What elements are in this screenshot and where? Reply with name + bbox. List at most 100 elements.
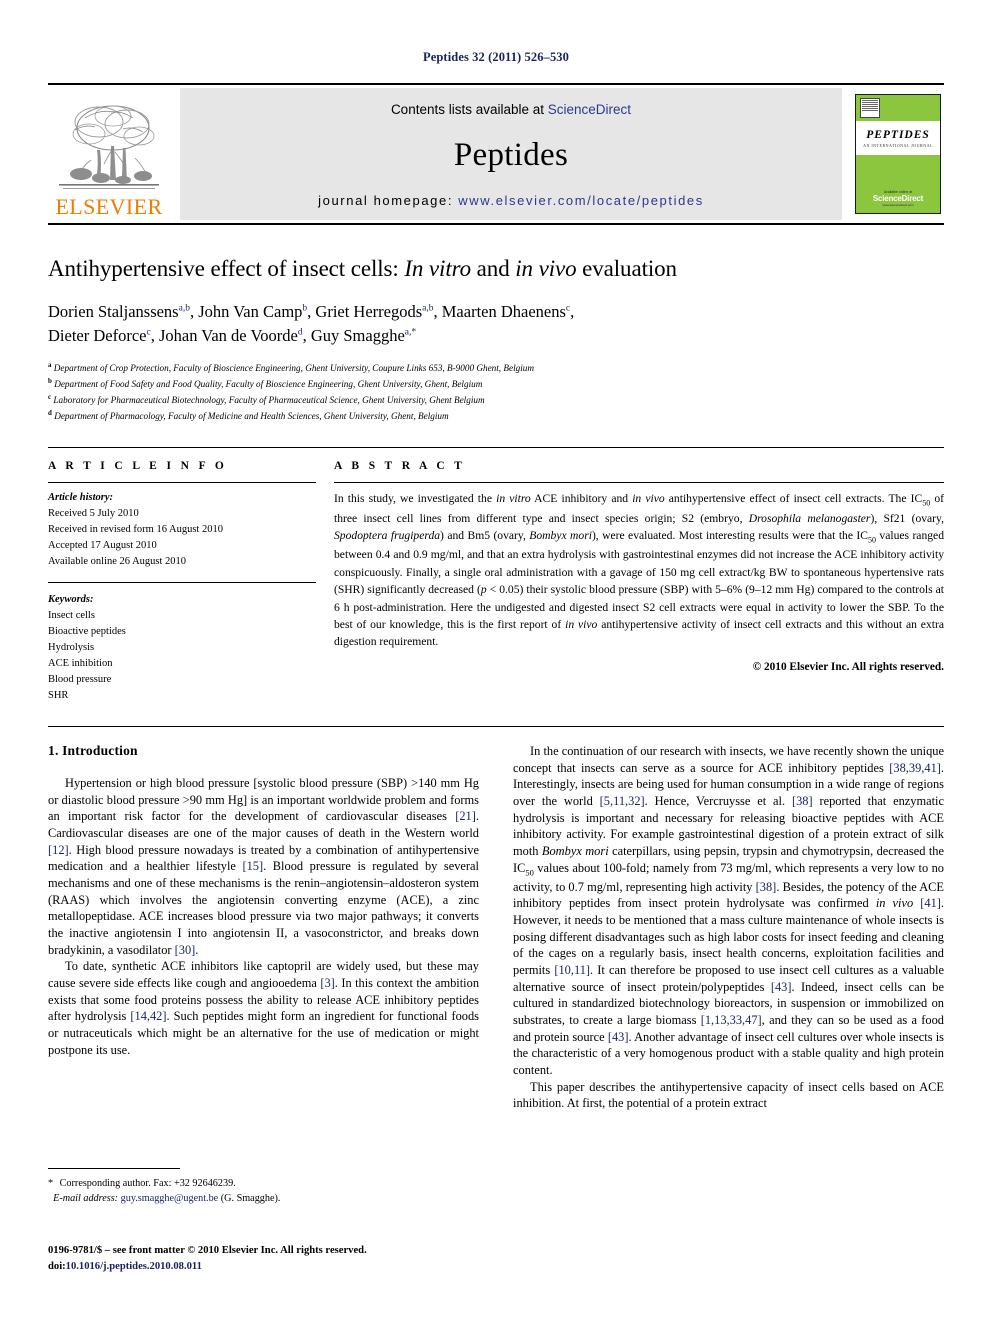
affiliation-mark: b <box>48 376 52 385</box>
title-segment: and <box>471 256 516 281</box>
paragraph-segment: . <box>195 942 199 957</box>
abstract-text: In this study, we investigated the in vi… <box>334 490 944 650</box>
divider <box>48 582 316 584</box>
abstract-column: A B S T R A C T In this study, we invest… <box>330 460 944 703</box>
keyword-item: Insect cells <box>48 610 95 622</box>
elsevier-wordmark: ELSEVIER <box>55 194 163 219</box>
divider <box>334 482 944 484</box>
citation-ref[interactable]: [21] <box>455 809 476 823</box>
species-italic: Drosophila melanogaster <box>748 511 871 525</box>
keyword-item: ACE inhibition <box>48 658 113 670</box>
citation-ref[interactable]: [1,13,33,47] <box>701 1013 762 1027</box>
abstract-segment: ) and Bm5 (ovary, <box>440 529 530 543</box>
keyword-item: Blood pressure <box>48 674 112 685</box>
keyword-item: Bioactive peptides <box>48 626 126 638</box>
journal-homepage-line: journal homepage: www.elsevier.com/locat… <box>318 193 704 208</box>
cover-artwork: PEPTIDES AN INTERNATIONAL JOURNAL Availa… <box>855 94 941 214</box>
article-title: Antihypertensive effect of insect cells:… <box>48 255 944 284</box>
affiliation-text: Laboratory for Pharmaceutical Biotechnol… <box>53 394 485 405</box>
affiliation-mark: c <box>48 392 52 401</box>
author-name[interactable]: , Griet Herregods <box>307 302 422 321</box>
contents-available-line: Contents lists available at ScienceDirec… <box>391 102 631 117</box>
abstract-segment: In this study, we investigated the <box>334 492 497 506</box>
article-info-heading: A R T I C L E I N F O <box>48 460 228 473</box>
email-link[interactable]: guy.smagghe@ugent.be <box>121 1193 219 1204</box>
title-italic-invitro: In vitro <box>404 256 472 281</box>
paragraph: This paper describes the antihypertensiv… <box>513 1079 944 1112</box>
cover-top-band <box>856 95 940 121</box>
invivo-italic: in vivo <box>875 896 914 911</box>
cover-journal-subtitle: AN INTERNATIONAL JOURNAL <box>863 142 933 148</box>
author-name[interactable]: , Johan Van de Voorde <box>151 326 298 345</box>
citation-ref[interactable]: [14,42] <box>130 1009 166 1023</box>
citation-ref[interactable]: [10,11] <box>554 963 590 977</box>
citation-ref[interactable]: [3] <box>320 976 334 990</box>
affiliation-mark: a <box>48 360 52 369</box>
affiliation-item: d Department of Pharmacology, Faculty of… <box>48 408 944 424</box>
doi-line: doi:10.1016/j.peptides.2010.08.011 <box>48 1259 478 1275</box>
abstract-segment: ACE inhibitory and <box>530 492 633 506</box>
citation-ref[interactable]: [41] <box>920 896 941 910</box>
affiliation-text: Department of Pharmacology, Faculty of M… <box>54 410 449 421</box>
citation-ref[interactable]: [43] <box>771 980 792 994</box>
cover-sciencedirect-label: ScienceDirect <box>872 194 924 203</box>
journal-homepage-link[interactable]: www.elsevier.com/locate/peptides <box>458 193 704 208</box>
author-affil-mark: a,b <box>178 303 190 314</box>
page-footer: 0196-9781/$ – see front matter © 2010 El… <box>48 1243 478 1275</box>
author-name[interactable]: , John Van Camp <box>190 302 302 321</box>
history-received: Received 5 July 2010 <box>48 508 139 520</box>
abstract-italic: in vivo <box>565 618 598 632</box>
citation-ref[interactable]: [15] <box>242 859 263 873</box>
author-name[interactable]: , Guy Smagghe <box>303 326 405 345</box>
sciencedirect-link[interactable]: ScienceDirect <box>548 102 631 117</box>
article-history-group: Article history: Received 5 July 2010 Re… <box>48 490 316 570</box>
abstract-segment: antihypertensive effect of insect cell e… <box>664 492 923 506</box>
issn-copyright-line: 0196-9781/$ – see front matter © 2010 El… <box>48 1245 367 1256</box>
species-italic: Bombyx mori <box>541 843 609 858</box>
doi-link[interactable]: 10.1016/j.peptides.2010.08.011 <box>66 1261 202 1272</box>
affiliation-text: Department of Food Safety and Food Quali… <box>54 378 483 389</box>
cover-bottom-band: Available online at ScienceDirect www.sc… <box>856 155 940 213</box>
citation-ref[interactable]: [12] <box>48 843 69 857</box>
info-abstract-region: A R T I C L E I N F O Article history: R… <box>48 447 944 703</box>
paragraph-segment: In the continuation of our research with… <box>513 743 944 775</box>
author-list: Dorien Staljanssensa,b, John Van Campb, … <box>48 300 944 348</box>
elsevier-logo: ELSEVIER <box>48 88 170 220</box>
corresponding-author-note: * Corresponding author. Fax: +32 9264623… <box>48 1176 460 1206</box>
cover-title-band: PEPTIDES AN INTERNATIONAL JOURNAL <box>856 121 940 155</box>
keywords-label: Keywords: <box>48 594 94 606</box>
article-history-label: Article history: <box>48 492 114 504</box>
affiliation-mark: d <box>48 408 52 417</box>
author-name[interactable]: Dieter Deforce <box>48 326 146 345</box>
citation-ref[interactable]: [38] <box>756 880 777 894</box>
author-name[interactable]: , Maarten Dhaenens <box>434 302 566 321</box>
ic50-subscript: 50 <box>868 535 876 545</box>
article-info-column: A R T I C L E I N F O Article history: R… <box>48 460 330 703</box>
keyword-item: Hydrolysis <box>48 642 95 654</box>
doi-prefix: doi: <box>48 1260 66 1272</box>
author-separator: , <box>570 301 575 321</box>
species-italic: Bombyx mori <box>529 529 592 543</box>
title-segment: evaluation <box>576 256 677 281</box>
author-affil-mark: a,b <box>422 303 434 314</box>
citation-ref[interactable]: [38] <box>792 794 813 808</box>
paragraph: Hypertension or high blood pressure [sys… <box>48 775 479 958</box>
keyword-item: SHR <box>48 689 69 701</box>
body-column-right: In the continuation of our research with… <box>513 743 944 1112</box>
divider <box>48 482 316 484</box>
running-head: Peptides 32 (2011) 526–530 <box>423 50 569 64</box>
citation-ref[interactable]: [5,11,32] <box>600 794 645 808</box>
cover-stamp-icon <box>860 98 880 118</box>
affiliation-item: a Department of Crop Protection, Faculty… <box>48 360 944 376</box>
corresponding-author-text: Corresponding author. Fax: +32 92646239. <box>57 1178 236 1189</box>
section-title-introduction: 1. Introduction <box>48 742 138 758</box>
citation-ref[interactable]: [38,39,41] <box>889 761 941 775</box>
history-online: Available online 26 August 2010 <box>48 556 187 568</box>
cover-sd-tagline: www.sciencedirect.com <box>882 203 914 207</box>
paragraph-segment: . Blood pressure is regulated by several… <box>48 859 479 957</box>
email-label: E-mail address: <box>53 1193 119 1205</box>
body-column-left: 1. Introduction Hypertension or high blo… <box>48 743 479 1112</box>
citation-ref[interactable]: [30] <box>175 943 196 957</box>
citation-ref[interactable]: [43] <box>608 1030 629 1044</box>
author-name[interactable]: Dorien Staljanssens <box>48 302 179 321</box>
